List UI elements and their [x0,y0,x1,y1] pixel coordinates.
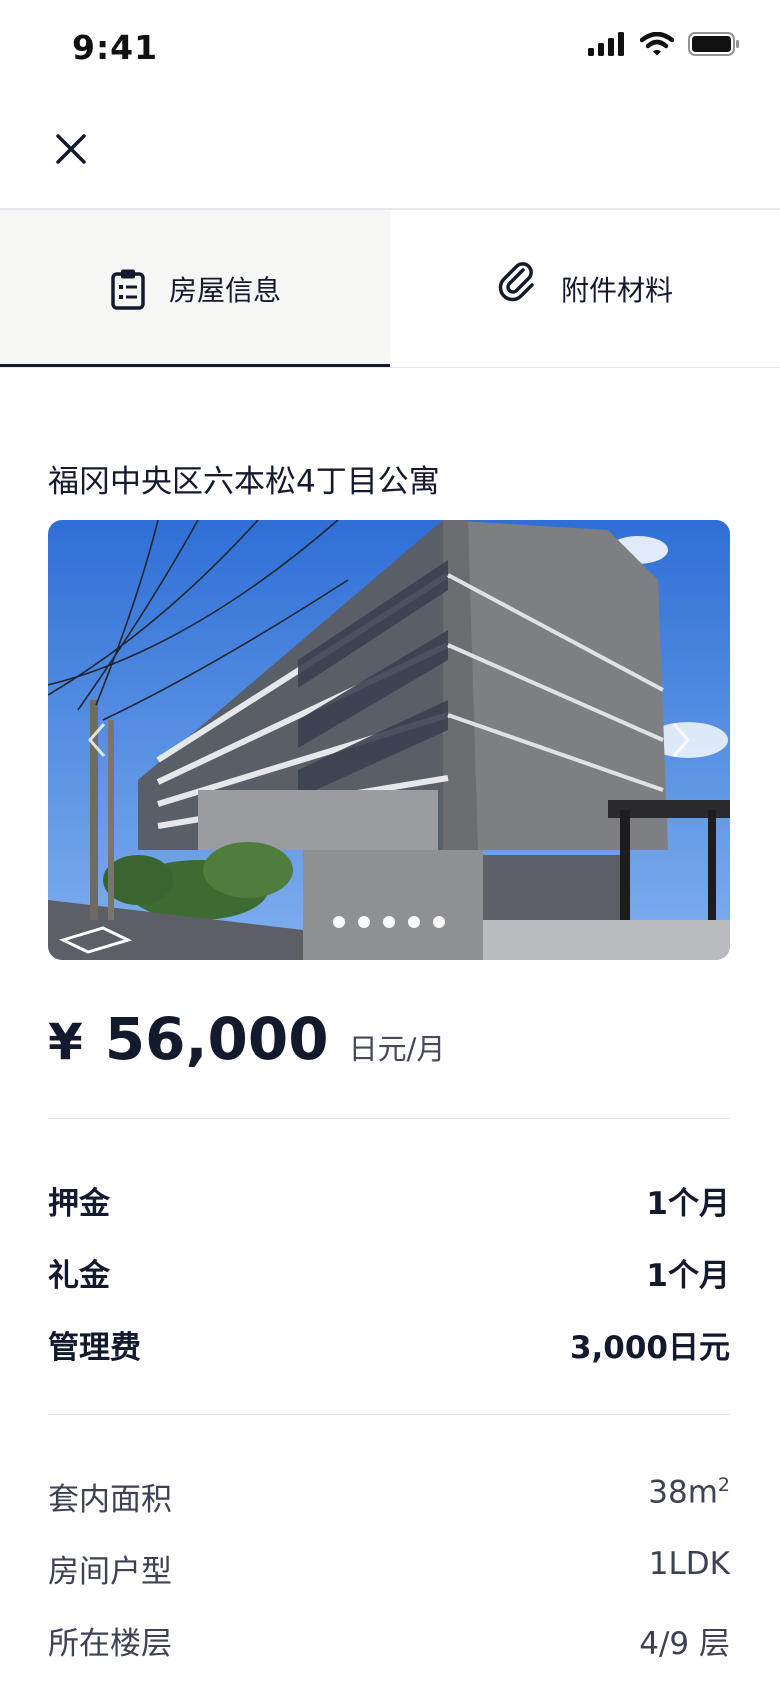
carousel-dot[interactable] [383,916,395,928]
price-unit: 日元/月 [348,1032,446,1066]
detail-label: 房间户型 [48,1554,172,1590]
carousel-prev-icon[interactable] [82,720,112,760]
listing-title: 福冈中央区六本松4丁目公寓 [48,464,440,500]
section-divider [48,1414,730,1415]
wifi-icon [640,32,674,56]
detail-value: 4/9 层 [639,1626,730,1662]
fee-value: 1个月 [646,1186,730,1222]
status-icons [588,32,740,56]
building-photo [48,520,730,960]
close-button[interactable] [48,126,96,174]
carousel-dot[interactable] [333,916,345,928]
fee-label: 押金 [48,1186,110,1222]
detail-label: 套内面积 [48,1482,172,1518]
paperclip-icon [498,262,534,302]
battery-icon [688,32,739,56]
section-divider [48,1118,730,1119]
area-unit-superscript: 2 [717,1474,730,1496]
clipboard-icon [111,269,145,310]
tab-bar: 房屋信息 附件材料 [0,210,780,368]
close-icon [56,134,86,164]
detail-value: 1LDK [648,1546,730,1582]
fee-row-deposit: 押金 1个月 [48,1178,730,1223]
tab-bar-divider [0,367,780,368]
tab-house-info-label: 房屋信息 [168,274,281,307]
price-amount: 56,000 [104,1005,329,1073]
detail-row-floor: 所在楼层 4/9 层 [48,1618,730,1663]
tab-house-info[interactable]: 房屋信息 [0,210,390,368]
detail-label: 所在楼层 [48,1626,172,1662]
status-time: 9:41 [72,28,159,67]
detail-row-layout: 房间户型 1LDK [48,1546,730,1591]
detail-row-area: 套内面积 38m2 [48,1474,730,1519]
carousel-dot[interactable] [408,916,420,928]
photo-carousel[interactable] [48,520,730,960]
carousel-dot[interactable] [358,916,370,928]
tab-attachments-label: 附件材料 [560,274,673,307]
fee-value: 1个月 [646,1258,730,1294]
fee-row-management: 管理费 3,000日元 [48,1322,730,1367]
cellular-signal-icon [588,32,624,56]
carousel-next-icon[interactable] [666,720,696,760]
tab-attachments[interactable]: 附件材料 [390,210,780,368]
carousel-dot[interactable] [433,916,445,928]
detail-value: 38m2 [648,1474,730,1519]
fee-label: 礼金 [48,1258,110,1294]
rent-price: ¥ 56,000 日元/月 [48,1005,445,1073]
fee-row-key-money: 礼金 1个月 [48,1250,730,1295]
currency-symbol: ¥ [48,1013,83,1071]
fee-value: 3,000日元 [569,1330,730,1366]
fee-label: 管理费 [48,1330,141,1366]
status-bar: 9:41 [0,0,780,100]
area-value: 38m [648,1474,718,1511]
carousel-dots [48,916,730,928]
